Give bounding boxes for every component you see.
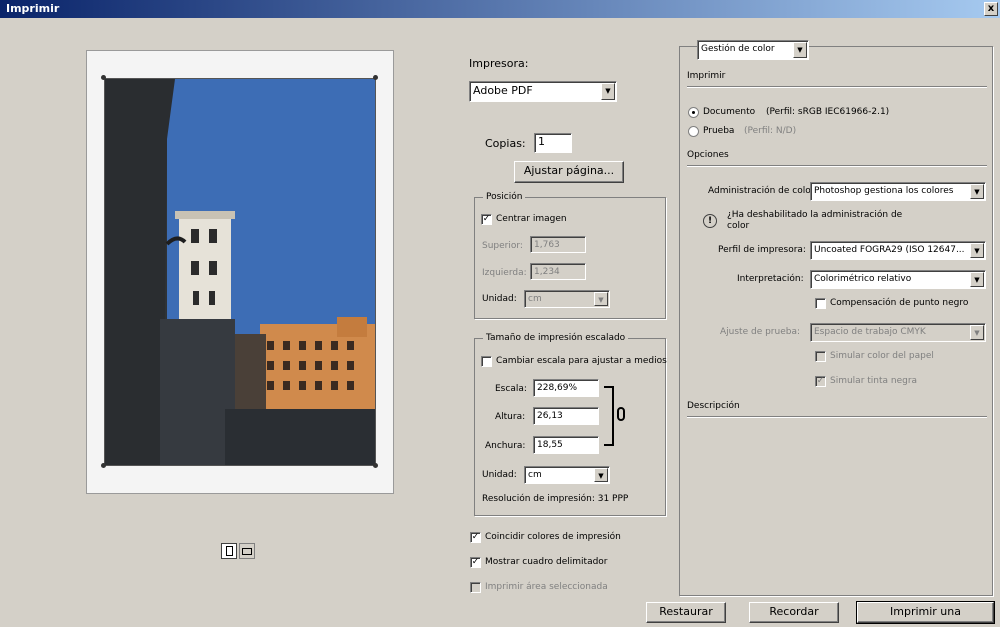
warning-icon: ! — [703, 214, 717, 228]
width-label: Anchura: — [485, 441, 526, 451]
crop-handle[interactable] — [101, 75, 106, 80]
options-section-label: Opciones — [687, 150, 729, 160]
chevron-down-icon: ▼ — [970, 243, 984, 258]
photo-svg — [105, 79, 375, 465]
center-image-label: Centrar imagen — [496, 214, 567, 224]
crop-handle[interactable] — [373, 75, 378, 80]
proof-profile: (Perfil: N/D) — [744, 126, 797, 136]
bpc-label: Compensación de punto negro — [830, 298, 969, 308]
simulate-paper-label: Simular color del papel — [830, 351, 934, 361]
copies-input[interactable]: 1 — [534, 133, 572, 153]
proof-setup-label: Ajuste de prueba: — [720, 327, 801, 337]
page-setup-button[interactable]: Ajustar página... — [514, 161, 624, 183]
position-title: Posición — [483, 192, 526, 202]
remember-button[interactable]: Recordar — [749, 602, 839, 623]
scaled-size-title: Tamaño de impresión escalado — [483, 333, 629, 343]
proof-setup-value: Espacio de trabajo CMYK — [814, 327, 926, 337]
description-section-label: Descripción — [687, 401, 740, 411]
fit-media-label: Cambiar escala para ajustar a medios — [496, 356, 667, 366]
resolution-text: Resolución de impresión: 31 PPP — [482, 494, 629, 504]
crop-handle[interactable] — [373, 463, 378, 468]
height-input[interactable]: 26,13 — [533, 407, 599, 425]
rendering-value: Colorimétrico relativo — [814, 274, 912, 284]
printer-label: Impresora: — [469, 57, 529, 70]
scale-input[interactable]: 228,69% — [533, 379, 599, 397]
window-title: Imprimir — [6, 2, 60, 15]
separator — [687, 165, 987, 167]
rendering-label: Interpretación: — [737, 274, 804, 284]
print-selected-label: Imprimir área seleccionada — [485, 582, 608, 592]
printer-profile-value: Uncoated FOGRA29 (ISO 12647... — [814, 245, 965, 255]
width-input[interactable]: 18,55 — [533, 436, 599, 454]
print-section-label: Imprimir — [687, 71, 726, 81]
scale-label: Escala: — [495, 384, 527, 394]
scaled-unit-value: cm — [528, 470, 542, 480]
proof-setup-select: Espacio de trabajo CMYK ▼ — [810, 323, 986, 342]
chevron-down-icon: ▼ — [970, 272, 984, 287]
chevron-down-icon: ▼ — [594, 468, 608, 482]
rendering-select[interactable]: Colorimétrico relativo ▼ — [810, 270, 986, 289]
left-input[interactable]: 1,234 — [530, 263, 586, 280]
scaled-unit-label: Unidad: — [482, 470, 517, 480]
printer-select[interactable]: Adobe PDF ▼ — [469, 81, 617, 102]
preview-image — [104, 78, 376, 466]
top-input[interactable]: 1,763 — [530, 236, 586, 253]
color-handling-value: Photoshop gestiona los colores — [814, 186, 954, 196]
chevron-down-icon: ▼ — [594, 292, 608, 306]
chevron-down-icon: ▼ — [601, 83, 615, 100]
proof-radio[interactable] — [688, 126, 699, 137]
title-bar: Imprimir — [0, 0, 1000, 18]
copies-label: Copias: — [485, 137, 526, 150]
bounding-box-checkbox[interactable]: ✓ — [470, 557, 481, 568]
fit-media-checkbox[interactable] — [481, 356, 492, 367]
simulate-ink-label: Simular tinta negra — [830, 376, 918, 386]
position-unit-select[interactable]: cm ▼ — [524, 290, 610, 308]
panel-mode-value: Gestión de color — [701, 44, 775, 54]
chevron-down-icon: ▼ — [970, 184, 984, 199]
document-radio[interactable] — [688, 107, 699, 118]
proof-label: Prueba — [703, 126, 735, 136]
position-unit-label: Unidad: — [482, 294, 517, 304]
chevron-down-icon: ▼ — [970, 325, 984, 340]
height-label: Altura: — [495, 412, 526, 422]
scaled-unit-select[interactable]: cm ▼ — [524, 466, 610, 484]
document-label: Documento — [703, 107, 756, 117]
close-button[interactable]: x — [984, 2, 998, 16]
warning-text: ¿Ha deshabilitado la administración de c… — [727, 210, 903, 231]
center-image-checkbox[interactable]: ✓ — [481, 214, 492, 225]
match-colors-label: Coincidir colores de impresión — [485, 532, 621, 542]
bpc-checkbox[interactable] — [815, 298, 826, 309]
simulate-paper-checkbox — [815, 351, 826, 362]
link-icon[interactable] — [617, 407, 625, 421]
color-handling-select[interactable]: Photoshop gestiona los colores ▼ — [810, 182, 986, 201]
top-label: Superior: — [482, 241, 523, 251]
color-handling-label: Administración de color: — [708, 186, 818, 196]
printer-profile-select[interactable]: Uncoated FOGRA29 (ISO 12647... ▼ — [810, 241, 986, 260]
landscape-orientation-icon[interactable] — [239, 543, 255, 559]
simulate-ink-checkbox: ✓ — [815, 376, 826, 387]
match-colors-checkbox[interactable]: ✓ — [470, 532, 481, 543]
left-label: Izquierda: — [482, 268, 527, 278]
crop-handle[interactable] — [101, 463, 106, 468]
printer-value: Adobe PDF — [473, 84, 533, 97]
link-bracket — [604, 386, 614, 446]
reset-button[interactable]: Restaurar — [646, 602, 726, 623]
position-unit-value: cm — [528, 294, 542, 304]
panel-mode-select[interactable]: Gestión de color ▼ — [697, 40, 809, 60]
bounding-box-label: Mostrar cuadro delimitador — [485, 557, 608, 567]
print-selected-checkbox — [470, 582, 481, 593]
separator — [687, 86, 987, 88]
chevron-down-icon: ▼ — [793, 42, 807, 58]
print-one-button[interactable]: Imprimir una — [856, 601, 995, 624]
printer-profile-label: Perfil de impresora: — [718, 245, 806, 255]
separator — [687, 416, 987, 418]
document-profile: (Perfil: sRGB IEC61966-2.1) — [766, 107, 890, 117]
portrait-orientation-icon[interactable] — [221, 543, 237, 559]
